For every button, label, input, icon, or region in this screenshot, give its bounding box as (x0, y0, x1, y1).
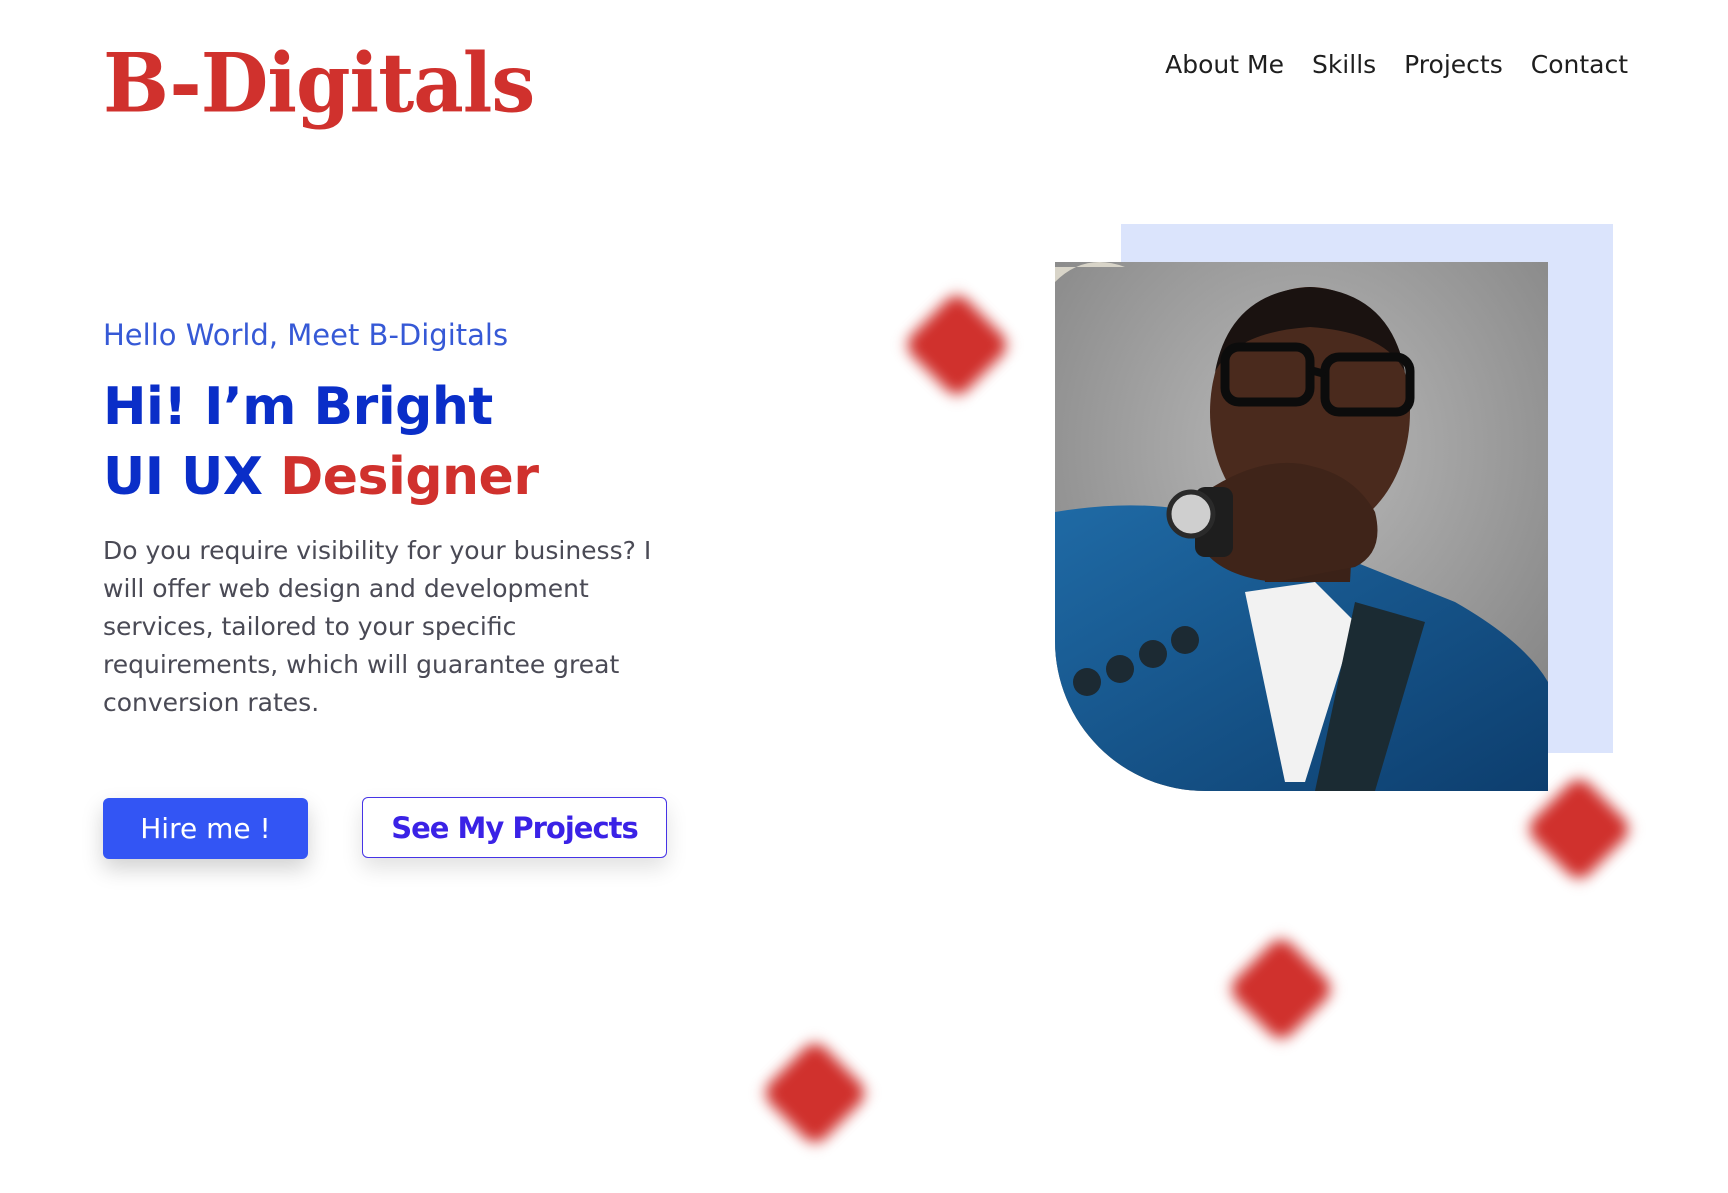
decor-diamond (901, 289, 1013, 401)
profile-photo-illustration (1055, 262, 1548, 791)
nav-projects[interactable]: Projects (1390, 50, 1517, 79)
headline-role-prefix: UI UX (103, 447, 281, 507)
hire-me-button[interactable]: Hire me ! (103, 798, 308, 859)
hero-greeting: Hello World, Meet B-Digitals (103, 318, 509, 352)
profile-photo (1055, 262, 1548, 791)
main-nav: About Me Skills Projects Contact (1151, 50, 1628, 79)
nav-about-me[interactable]: About Me (1151, 50, 1298, 79)
nav-contact[interactable]: Contact (1517, 50, 1628, 79)
headline-line-1: Hi! I’m Bright (103, 377, 493, 437)
brand-logo[interactable]: B-Digitals (103, 43, 535, 125)
headline-line-2: UI UX Designer (103, 442, 539, 512)
nav-skills[interactable]: Skills (1298, 50, 1390, 79)
landing-page: B-Digitals About Me Skills Projects Cont… (0, 0, 1728, 1193)
headline-role-accent: Designer (280, 447, 539, 507)
decor-diamond (759, 1037, 871, 1149)
hero-headline: Hi! I’m Bright UI UX Designer (103, 372, 539, 512)
decor-diamond (1225, 933, 1337, 1045)
see-projects-button[interactable]: See My Projects (362, 797, 667, 858)
hero-intro: Do you require visibility for your busin… (103, 536, 652, 717)
